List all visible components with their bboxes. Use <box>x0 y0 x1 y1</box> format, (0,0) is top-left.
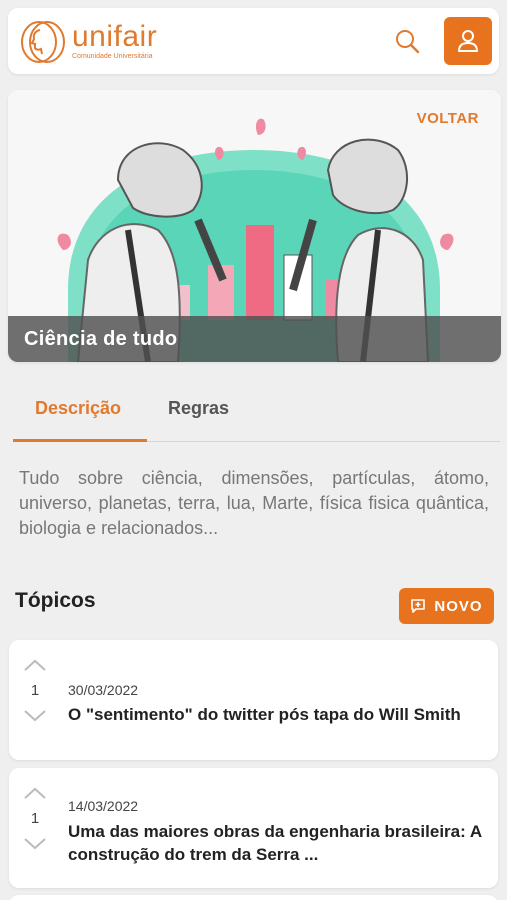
new-comment-icon <box>411 599 426 613</box>
active-tab-indicator <box>13 439 147 442</box>
tab-descricao[interactable]: Descrição <box>35 398 121 419</box>
vote-control: 1 <box>23 786 47 851</box>
user-profile-button[interactable] <box>444 17 492 65</box>
search-icon <box>396 30 420 54</box>
vote-control: 1 <box>23 658 47 723</box>
topic-date: 30/03/2022 <box>68 682 139 698</box>
banner-caption-bar: Ciência de tudo <box>8 316 501 362</box>
unifair-logo[interactable]: unifair Comunidade Universitária <box>18 18 157 66</box>
logo-mark-icon <box>21 21 65 63</box>
upvote-icon[interactable] <box>23 786 47 800</box>
upvote-icon[interactable] <box>23 658 47 672</box>
vote-count: 1 <box>30 682 40 699</box>
logo-name: unifair <box>72 19 158 53</box>
topic-date: 14/03/2022 <box>68 798 139 814</box>
downvote-icon[interactable] <box>23 709 47 723</box>
topic-card-partial[interactable] <box>9 895 498 900</box>
community-description: Tudo sobre ciência, dimensões, partícula… <box>19 468 489 538</box>
tab-regras[interactable]: Regras <box>168 398 229 419</box>
top-header: unifair Comunidade Universitária <box>8 8 499 74</box>
tab-bar: Descrição Regras <box>13 380 500 442</box>
topic-card[interactable]: 1 14/03/2022 Uma das maiores obras da en… <box>9 768 498 888</box>
user-icon <box>458 30 478 52</box>
downvote-icon[interactable] <box>23 837 47 851</box>
new-topic-button[interactable]: NOVO <box>399 588 494 624</box>
topics-heading: Tópicos <box>15 589 96 612</box>
search-button[interactable] <box>394 28 422 56</box>
community-title: Ciência de tudo <box>24 327 178 350</box>
new-topic-label: NOVO <box>434 597 483 615</box>
topic-card[interactable]: 1 30/03/2022 O "sentimento" do twitter p… <box>9 640 498 760</box>
topic-title[interactable]: O "sentimento" do twitter pós tapa do Wi… <box>68 703 493 726</box>
community-banner: VOLTAR Ciência de tudo <box>8 90 501 362</box>
back-button[interactable]: VOLTAR <box>417 110 479 127</box>
topic-title[interactable]: Uma das maiores obras da engenharia bras… <box>68 820 493 866</box>
vote-count: 1 <box>30 810 40 827</box>
logo-subtitle: Comunidade Universitária <box>72 52 153 60</box>
